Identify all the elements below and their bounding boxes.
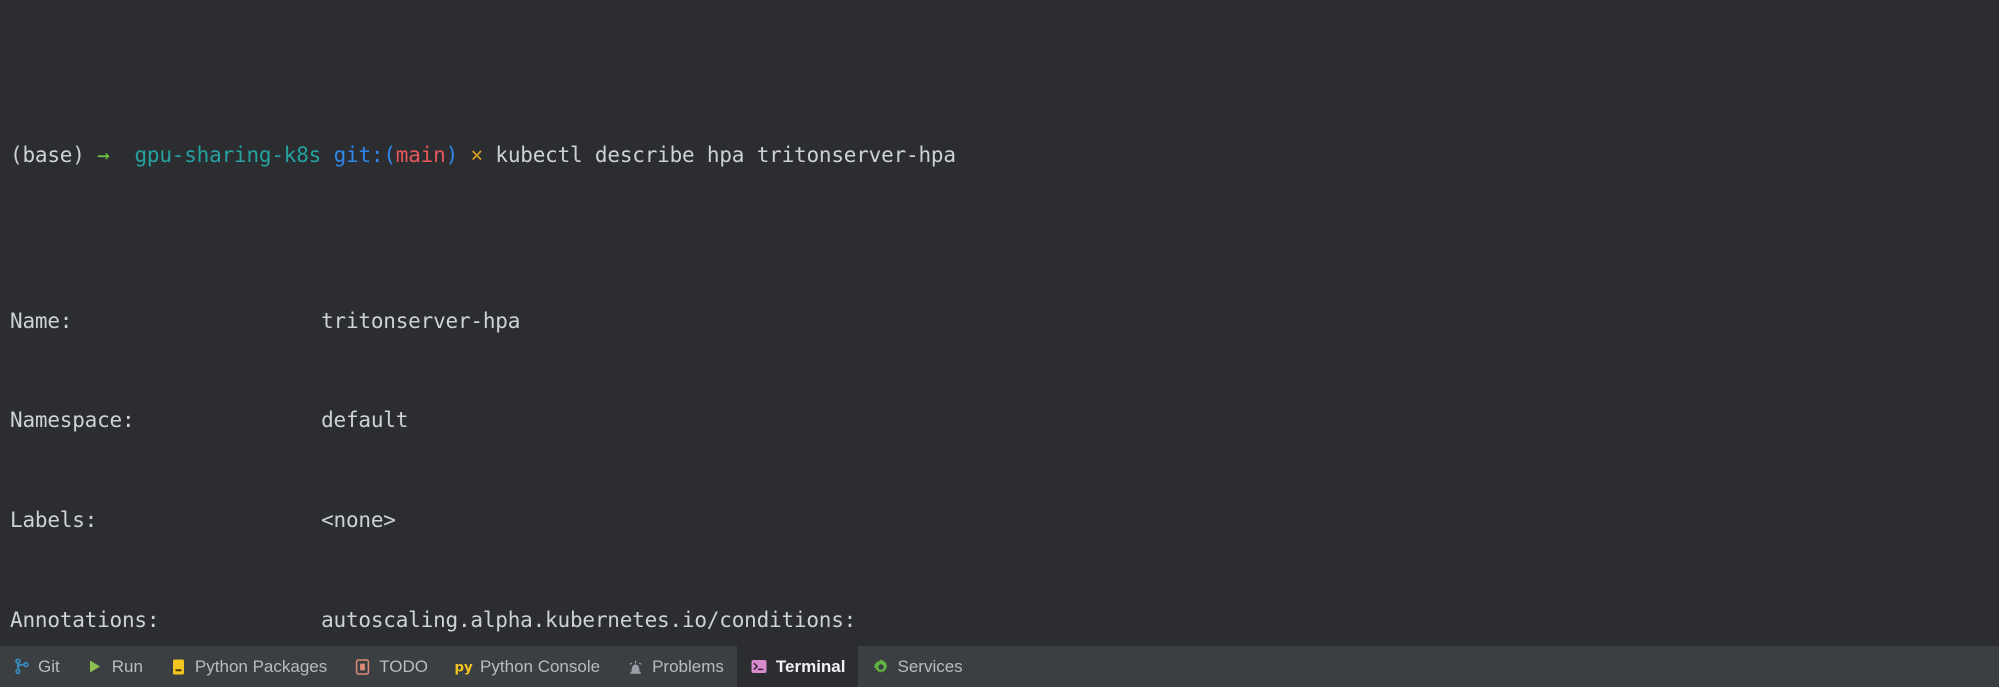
- tool-window-tab-python-console[interactable]: py Python Console: [441, 646, 613, 687]
- tool-window-tab-label: Terminal: [775, 656, 846, 676]
- terminal-command: kubectl describe hpa tritonserver-hpa: [495, 142, 956, 167]
- tool-window-bar: Git Run Python Packages TODO py Python C…: [0, 645, 1999, 687]
- tool-window-tab-label: Git: [38, 656, 60, 676]
- tool-window-tab-git[interactable]: Git: [0, 646, 73, 687]
- terminal-output[interactable]: (base) → gpu-sharing-k8s git:(main) × ku…: [0, 6, 1999, 645]
- tool-window-tab-python-packages[interactable]: Python Packages: [156, 646, 340, 687]
- output-line: Namespace: default: [10, 408, 409, 433]
- prompt-git-branch: main: [395, 142, 446, 167]
- tool-window-tab-todo[interactable]: TODO: [340, 646, 441, 687]
- siren-icon: [626, 657, 645, 676]
- terminal-icon: [750, 657, 769, 676]
- tool-window-tab-problems[interactable]: Problems: [613, 646, 737, 687]
- svg-text:py: py: [455, 660, 474, 675]
- tool-window-tab-terminal[interactable]: Terminal: [736, 646, 859, 687]
- prompt-git-open: git:(: [333, 142, 396, 167]
- terminal-panel[interactable]: (base) → gpu-sharing-k8s git:(main) × ku…: [0, 0, 1999, 645]
- output-line: Annotations: autoscaling.alpha.kubernete…: [10, 607, 857, 632]
- play-icon: [86, 657, 105, 676]
- tool-window-tab-label: TODO: [379, 656, 429, 676]
- package-box-icon: [169, 657, 188, 676]
- tool-window-tab-label: Problems: [652, 656, 724, 676]
- ide-window: (base) → gpu-sharing-k8s git:(main) × ku…: [0, 0, 1999, 687]
- tool-window-tab-label: Services: [897, 656, 963, 676]
- prompt-status-mark-icon: ×: [470, 142, 483, 167]
- terminal-prompt-line-1: (base) → gpu-sharing-k8s git:(main) × ku…: [10, 139, 1999, 172]
- python-py-icon: py: [454, 657, 474, 676]
- tool-window-tab-label: Python Packages: [194, 656, 328, 676]
- tool-window-tab-label: Run: [111, 656, 143, 676]
- git-branch-icon: [12, 657, 31, 676]
- output-line: Labels: <none>: [10, 508, 396, 532]
- output-line: Name: tritonserver-hpa: [10, 308, 521, 333]
- prompt-env: (base): [10, 142, 85, 167]
- prompt-arrow-icon: →: [97, 142, 110, 167]
- gear-icon: [871, 657, 890, 676]
- tool-window-tab-run[interactable]: Run: [73, 646, 156, 687]
- tool-window-tab-label: Python Console: [480, 656, 601, 676]
- prompt-git-close: ): [445, 142, 459, 167]
- todo-checklist-icon: [353, 657, 372, 676]
- prompt-directory: gpu-sharing-k8s: [134, 142, 322, 167]
- tool-window-tab-services[interactable]: Services: [858, 646, 975, 687]
